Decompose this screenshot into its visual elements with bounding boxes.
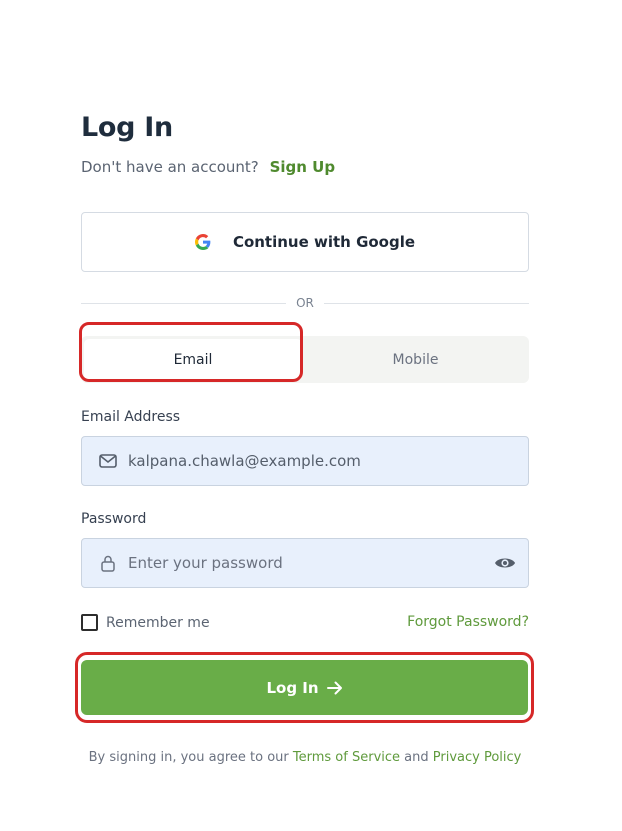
terms-and: and [404, 750, 429, 765]
password-field[interactable]: Enter your password [81, 538, 529, 588]
google-signin-button[interactable]: Continue with Google [81, 212, 529, 272]
signup-prompt: Don't have an account? [81, 158, 259, 176]
remember-me-checkbox[interactable] [81, 614, 98, 631]
login-button-label: Log In [266, 678, 319, 697]
login-button[interactable]: Log In [81, 660, 528, 715]
divider-line [81, 302, 287, 304]
forgot-password-link[interactable]: Forgot Password? [407, 614, 529, 630]
password-label: Password [81, 511, 147, 527]
mail-icon [98, 451, 118, 471]
arrow-right-icon [326, 681, 342, 694]
tab-mobile[interactable]: Mobile [305, 339, 526, 380]
lock-icon [98, 553, 118, 573]
terms-of-service-link[interactable]: Terms of Service [293, 750, 400, 765]
email-value: kalpana.chawla@example.com [128, 452, 361, 470]
password-placeholder: Enter your password [128, 554, 283, 572]
email-field[interactable]: kalpana.chawla@example.com [81, 436, 529, 486]
signup-row: Don't have an account? Sign Up [81, 158, 335, 176]
page-title: Log In [81, 112, 173, 143]
remember-me-label: Remember me [106, 614, 210, 631]
email-label: Email Address [81, 409, 181, 425]
privacy-policy-link[interactable]: Privacy Policy [433, 750, 522, 765]
or-divider: OR [81, 294, 530, 312]
divider-line [323, 302, 530, 304]
login-method-tabs: Email Mobile [81, 336, 529, 383]
terms-prefix: By signing in, you agree to our [88, 750, 289, 765]
remember-me: Remember me [81, 614, 210, 631]
tab-email[interactable]: Email [84, 339, 302, 380]
google-icon [194, 234, 211, 250]
google-signin-label: Continue with Google [232, 233, 416, 251]
or-text: OR [296, 296, 314, 310]
terms-notice: By signing in, you agree to our Terms of… [81, 750, 529, 765]
signup-link[interactable]: Sign Up [270, 158, 336, 176]
eye-icon[interactable] [494, 553, 516, 573]
